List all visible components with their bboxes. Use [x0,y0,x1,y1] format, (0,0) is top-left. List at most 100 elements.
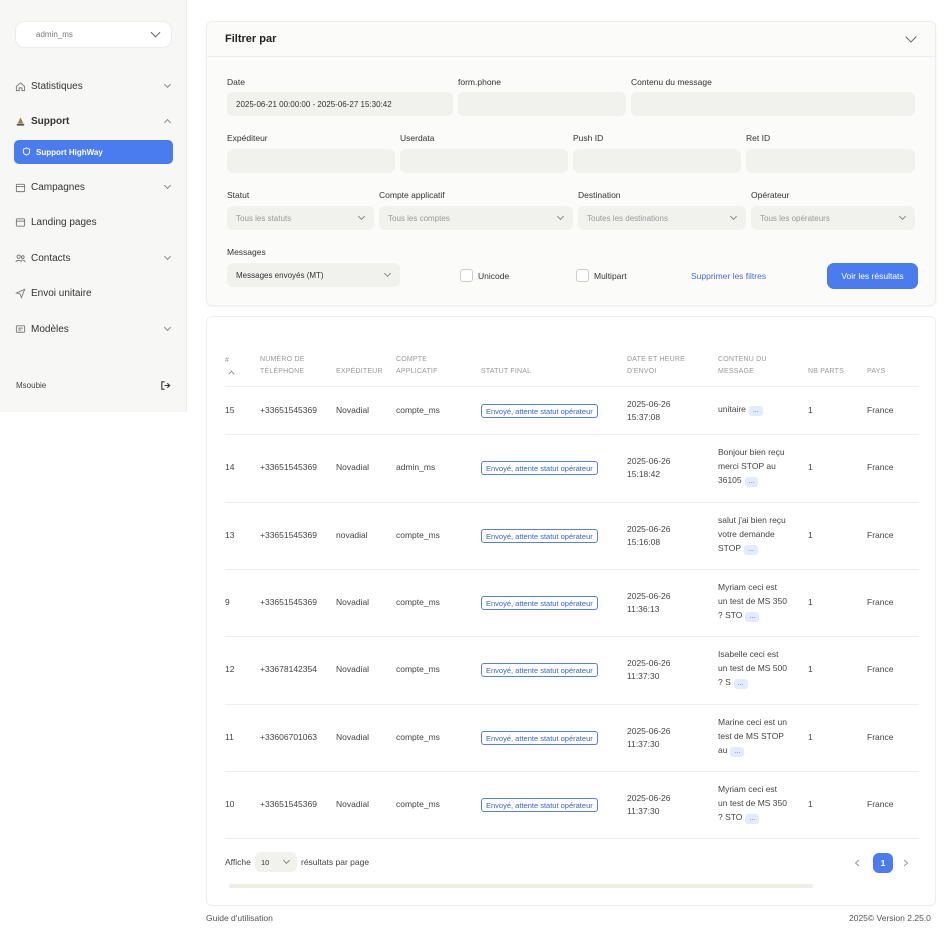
cell-content-line: un test de MS 500 [718,662,787,675]
sender-input[interactable] [227,149,395,173]
cell-time: 15:16:08 [627,537,661,547]
sidebar-item-label: Campagnes [31,181,85,193]
cell-content-line: merci STOP au [718,460,776,473]
cell-content-text: ? STO [718,610,743,620]
cell-content-line: au... [718,744,745,757]
sidebar-item-label: Envoi unitaire [31,287,92,299]
chevron-right-icon[interactable] [903,859,909,869]
show-label: Affiche [225,857,251,867]
show-more-button[interactable]: ... [744,477,759,487]
cell-time: 15:37:08 [627,412,661,422]
sidebar-item-campagnes[interactable]: Campagnes [14,176,174,198]
multipart-label: Multipart [594,271,627,281]
sidebar-item-statistiques[interactable]: Statistiques [14,75,174,97]
cell-time: 11:37:30 [627,806,660,816]
cell-content-line: Marine ceci est un [718,716,787,729]
messages-label: Messages [227,247,266,257]
unicode-checkbox[interactable] [460,269,473,282]
cell-date: 2025-06-26 [627,524,671,534]
userdata-input[interactable] [400,149,568,173]
cell-content-text: au [718,745,728,755]
cell-date: 2025-06-26 [627,658,671,668]
chevron-left-icon[interactable] [854,859,860,869]
cell-sender: novadial [336,530,368,540]
cell-phone: +33651545369 [260,799,317,809]
message-content-input[interactable] [631,92,915,116]
cell-content-line: Myriam ceci est [718,783,777,796]
account-label: Compte applicatif [379,190,445,200]
column-header-content[interactable]: CONTENU DU MESSAGE [718,354,767,377]
status-badge: Envoyé, attente statut opérateur [481,731,598,745]
show-more-button[interactable]: ... [730,747,745,757]
cell-parts: 1 [808,530,813,540]
user-guide-link[interactable]: Guide d'utilisation [206,913,273,923]
sidebar-item-envoi-unitaire[interactable]: Envoi unitaire [14,282,174,304]
column-header-account[interactable]: COMPTE APPLICATIF [396,354,438,377]
page-button-current[interactable]: 1 [873,853,893,873]
sort-ascending-icon[interactable] [228,367,235,377]
sidebar-item-support[interactable]: Support [14,110,174,132]
column-header-status[interactable]: STATUT FINAL [481,366,531,378]
column-header-phone[interactable]: NUMÉRO DE TÉLÉPHONE [260,354,305,377]
chevron-down-icon [163,323,172,331]
chevron-down-icon [383,269,392,277]
show-more-button[interactable]: ... [744,545,758,555]
status-select[interactable]: Tous les statuts [227,206,374,230]
column-header-sender[interactable]: EXPÉDITEUR [336,366,383,378]
sidebar-item-modeles[interactable]: Modèles [14,318,174,340]
cell-country: France [867,530,894,540]
cell-id: 9 [225,597,230,607]
per-page-select[interactable]: 10 [255,852,297,872]
status-badge: Envoyé, attente statut opérateur [481,798,598,812]
sidebar-subitem-support-highway[interactable]: Support HighWay [14,140,173,164]
show-more-button[interactable]: ... [745,612,760,622]
push-id-input[interactable] [573,149,741,173]
cell-content-line: un test de MS 350 [718,797,787,810]
cell-content-line: ? STO... [718,609,760,622]
cell-country: France [867,462,894,472]
operator-select[interactable]: Tous les opérateurs [751,206,915,230]
date-range-input[interactable]: 2025-06-21 00:00:00 - 2025-06-27 15:30:4… [227,92,453,116]
cell-content-line: STOP... [718,542,758,555]
cell-sender: Novadial [336,664,370,674]
see-results-button[interactable]: Voir les résultats [827,263,918,289]
status-badge: Envoyé, attente statut opérateur [481,663,598,677]
horizontal-scrollbar[interactable] [229,884,813,888]
message-template-icon [14,323,26,335]
column-header-date[interactable]: DATE ET HEURE D'ENVOI [627,354,685,377]
cell-content-line: 36105... [718,474,759,487]
cell-id: 11 [225,732,234,742]
cell-content-line: unitaire... [718,403,763,416]
message-content-label: Contenu du message [631,77,712,87]
show-more-button[interactable]: ... [748,406,763,416]
destination-select[interactable]: Toutes les destinations [578,206,746,230]
userdata-label: Userdata [400,133,435,143]
ret-id-input[interactable] [746,149,915,173]
cell-content-text: Myriam ceci est [718,784,778,794]
multipart-checkbox[interactable] [576,269,589,282]
unicode-label: Unicode [478,271,510,281]
sidebar-item-label: Landing pages [31,216,97,228]
sidebar-subitem-label: Support HighWay [36,147,103,157]
column-header-parts[interactable]: NB PARTS [808,366,844,378]
cell-parts: 1 [808,732,813,742]
account-select[interactable]: admin_ms [16,22,171,47]
messages-select-value: Messages envoyés (MT) [236,270,324,280]
column-header-num[interactable]: # [225,355,229,367]
clear-filters-link[interactable]: Supprimer les filtres [691,271,766,281]
show-more-button[interactable]: ... [733,679,748,689]
cell-time: 11:37:30 [627,739,660,749]
sidebar-item-landing-pages[interactable]: Landing pages [14,211,174,233]
cell-content-text: un test de MS 350 [718,596,787,606]
phone-input[interactable] [458,92,626,116]
column-header-country[interactable]: PAYS [867,366,885,378]
column-header-phone-line2: TÉLÉPHONE [260,367,305,375]
column-header-account-line2: APPLICATIF [396,367,438,375]
logout-icon[interactable] [160,380,171,391]
account-filter-select[interactable]: Tous les comptes [379,206,573,230]
sidebar-item-contacts[interactable]: Contacts [14,247,174,269]
chevron-down-icon[interactable] [905,31,917,43]
messages-select[interactable]: Messages envoyés (MT) [227,263,400,287]
show-more-button[interactable]: ... [745,814,760,824]
filter-header[interactable]: Filtrer par [207,22,935,57]
